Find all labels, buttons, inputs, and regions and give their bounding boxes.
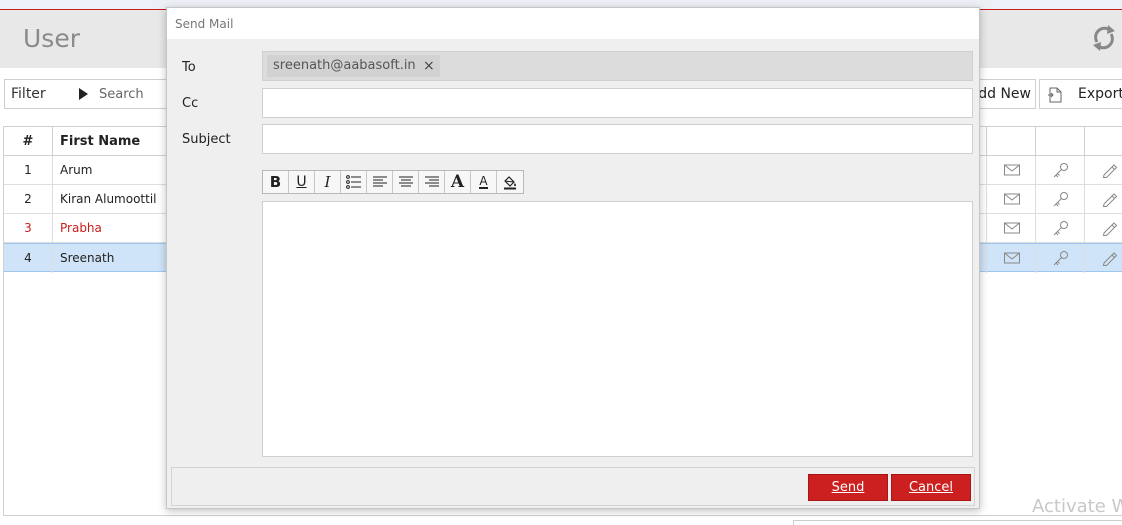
filter-dropdown[interactable]: Filter xyxy=(4,79,94,109)
row-number: 4 xyxy=(4,244,53,273)
search-input[interactable]: Search xyxy=(93,79,173,109)
row-first-name: Arum xyxy=(60,163,93,177)
font-color-icon: A xyxy=(479,174,488,189)
align-left-button[interactable] xyxy=(367,171,393,193)
column-header-mail xyxy=(986,127,1035,157)
bullet-list-icon xyxy=(345,175,361,189)
send-mail-row-button[interactable] xyxy=(986,185,1035,214)
bullet-list-button[interactable] xyxy=(341,171,367,193)
send-label: Send xyxy=(831,480,865,495)
mail-icon xyxy=(1003,191,1021,207)
edit-row-button[interactable] xyxy=(1084,214,1122,243)
pencil-icon xyxy=(1101,191,1119,207)
column-header-edit xyxy=(1084,127,1122,157)
font-icon: A xyxy=(450,172,465,192)
align-left-icon xyxy=(372,176,387,187)
mail-icon xyxy=(1003,162,1021,178)
row-first-name: Prabha xyxy=(60,221,102,235)
row-number: 1 xyxy=(4,156,53,185)
to-label: To xyxy=(182,60,196,75)
edit-row-button[interactable] xyxy=(1084,185,1122,214)
pencil-icon xyxy=(1101,220,1119,236)
subject-label: Subject xyxy=(182,132,231,147)
send-mail-row-button[interactable] xyxy=(986,156,1035,185)
mail-icon xyxy=(1003,250,1021,266)
recipient-chip: sreenath@aabasoft.in × xyxy=(267,55,440,77)
italic-button[interactable]: I xyxy=(315,171,341,193)
export-button[interactable]: Export xyxy=(1039,79,1122,109)
key-icon xyxy=(1052,191,1070,207)
row-number: 2 xyxy=(4,185,53,214)
reset-password-button[interactable] xyxy=(1035,185,1084,214)
send-mail-dialog: Send Mail To sreenath@aabasoft.in × Cc S… xyxy=(166,7,980,509)
message-editor[interactable] xyxy=(262,201,973,457)
editor-toolbar: B U I A A xyxy=(262,170,524,194)
pencil-icon xyxy=(1101,250,1119,266)
pencil-icon xyxy=(1101,162,1119,178)
send-mail-row-button[interactable] xyxy=(986,244,1035,273)
align-right-icon xyxy=(424,176,439,187)
align-center-button[interactable] xyxy=(393,171,419,193)
page-title: User xyxy=(23,24,80,53)
column-header-key xyxy=(1035,127,1084,157)
send-button[interactable]: Send xyxy=(808,474,888,501)
row-first-name: Sreenath xyxy=(60,251,115,265)
key-icon xyxy=(1052,162,1070,178)
play-arrow-icon xyxy=(79,88,88,100)
dialog-title: Send Mail xyxy=(175,17,234,31)
edit-row-button[interactable] xyxy=(1084,156,1122,185)
export-icon xyxy=(1048,87,1062,103)
filter-label: Filter xyxy=(11,86,46,102)
key-icon xyxy=(1052,250,1070,266)
app-window: User Filter Search dd New Export # First… xyxy=(0,0,1122,525)
italic-icon: I xyxy=(324,173,331,191)
align-right-button[interactable] xyxy=(419,171,445,193)
cancel-button[interactable]: Cancel xyxy=(891,474,971,501)
dialog-footer: Send Cancel xyxy=(171,467,975,506)
reset-password-button[interactable] xyxy=(1035,214,1084,243)
reset-password-button[interactable] xyxy=(1035,244,1084,273)
cc-input[interactable] xyxy=(262,88,973,118)
send-mail-row-button[interactable] xyxy=(986,214,1035,243)
mail-icon xyxy=(1003,220,1021,236)
fill-color-button[interactable] xyxy=(497,171,523,193)
remove-recipient-icon[interactable]: × xyxy=(423,58,435,74)
reset-password-button[interactable] xyxy=(1035,156,1084,185)
paint-bucket-icon xyxy=(504,176,516,190)
edit-row-button[interactable] xyxy=(1084,244,1122,273)
row-number: 3 xyxy=(4,214,53,243)
font-button[interactable]: A xyxy=(445,171,471,193)
underline-button[interactable]: U xyxy=(289,171,315,193)
recipient-email: sreenath@aabasoft.in xyxy=(273,58,416,73)
to-field[interactable]: sreenath@aabasoft.in × xyxy=(262,51,973,81)
bold-icon: B xyxy=(269,173,282,191)
activation-watermark: Activate W xyxy=(1032,496,1122,517)
refresh-icon[interactable] xyxy=(1088,22,1120,54)
column-header-number[interactable]: # xyxy=(4,127,53,157)
row-first-name: Kiran Alumoottil xyxy=(60,192,157,206)
key-icon xyxy=(1052,220,1070,236)
font-color-button[interactable]: A xyxy=(471,171,497,193)
align-center-icon xyxy=(398,176,413,187)
bottom-bar xyxy=(793,520,1122,525)
bold-button[interactable]: B xyxy=(263,171,289,193)
column-header-first-name[interactable]: First Name xyxy=(53,127,183,157)
export-label: Export xyxy=(1078,86,1122,102)
cancel-label: Cancel xyxy=(908,480,954,495)
cc-label: Cc xyxy=(182,96,199,111)
dialog-titlebar[interactable]: Send Mail xyxy=(167,8,979,39)
subject-input[interactable] xyxy=(262,124,973,154)
underline-icon: U xyxy=(296,174,307,190)
